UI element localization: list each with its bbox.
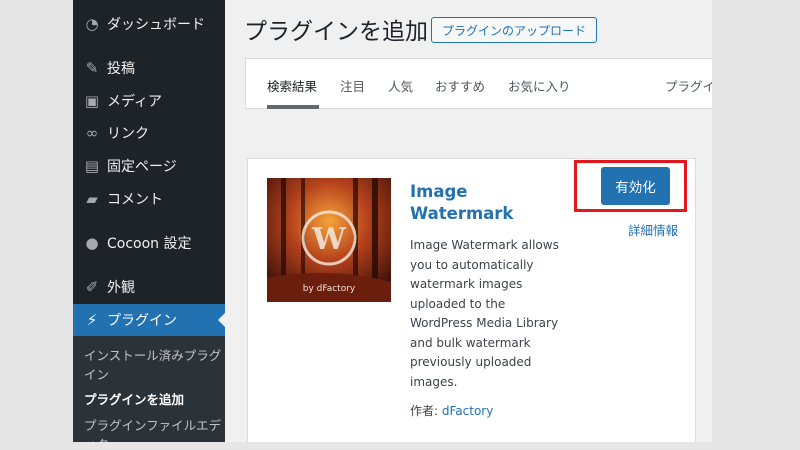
admin-sidebar: ◔ ダッシュボード ✎ 投稿 ▣ メディア ∞ リンク ▤ 固定ページ ▰ コメ… xyxy=(73,0,225,442)
sidebar-item-label: ダッシュボード xyxy=(107,17,205,33)
svg-text:W: W xyxy=(311,222,347,257)
media-icon: ▣ xyxy=(84,92,100,110)
thumbnail-credit: by dFactory xyxy=(302,284,356,294)
sidebar-item-pages[interactable]: ▤ 固定ページ xyxy=(73,150,225,182)
sidebar-item-label: コメント xyxy=(107,192,163,208)
plugin-card: W by dFactory Image Watermark Image Wate… xyxy=(247,158,696,442)
sidebar-item-posts[interactable]: ✎ 投稿 xyxy=(73,52,225,84)
sidebar-item-appearance[interactable]: ✐ 外観 xyxy=(73,271,225,303)
sidebar-item-links[interactable]: ∞ リンク xyxy=(73,117,225,149)
pin-icon: ✎ xyxy=(85,59,99,77)
plugin-filter-bar: 検索結果 注目 人気 おすすめ お気に入り プラグイ xyxy=(245,58,712,109)
activate-button[interactable]: 有効化 xyxy=(601,167,670,205)
main-content: プラグインを追加 プラグインのアップロード 検索結果 注目 人気 おすすめ お気… xyxy=(225,0,712,442)
dashboard-icon: ◔ xyxy=(85,15,99,33)
sidebar-item-cocoon-settings[interactable]: ● Cocoon 設定 xyxy=(73,227,225,259)
plugins-submenu: インストール済みプラグイン プラグインを追加 プラグインファイルエディター xyxy=(73,336,225,442)
plugin-search-type-label: プラグイ xyxy=(665,79,712,94)
comment-icon: ▰ xyxy=(86,190,98,208)
plugin-author: 作者: dFactory xyxy=(410,402,493,419)
sidebar-item-label: メディア xyxy=(107,94,163,110)
sidebar-item-comments[interactable]: ▰ コメント xyxy=(73,183,225,215)
plug-icon: ⚡ xyxy=(86,311,98,329)
circle-icon: ● xyxy=(85,234,99,252)
brush-icon: ✐ xyxy=(85,278,99,296)
sidebar-item-dashboard[interactable]: ◔ ダッシュボード xyxy=(73,8,225,40)
page-title: プラグインを追加 xyxy=(244,19,428,45)
sidebar-item-label: リンク xyxy=(107,126,149,142)
sidebar-item-media[interactable]: ▣ メディア xyxy=(73,85,225,117)
link-icon: ∞ xyxy=(85,124,99,142)
author-label: 作者: xyxy=(410,404,439,418)
tab-favorites[interactable]: お気に入り xyxy=(508,76,571,95)
tab-popular[interactable]: 人気 xyxy=(388,76,413,95)
tab-featured[interactable]: 注目 xyxy=(340,76,365,95)
plugin-description: Image Watermark allows you to automatica… xyxy=(410,238,559,389)
plugin-name-link[interactable]: Image Watermark xyxy=(410,181,550,225)
page-icon: ▤ xyxy=(84,157,100,175)
sidebar-item-label: プラグイン xyxy=(107,313,177,329)
submenu-plugin-editor[interactable]: プラグインファイルエディター xyxy=(84,416,222,442)
sidebar-item-label: 固定ページ xyxy=(107,159,177,175)
wp-admin-window: ◔ ダッシュボード ✎ 投稿 ▣ メディア ∞ リンク ▤ 固定ページ ▰ コメ… xyxy=(73,0,712,442)
sidebar-item-label: Cocoon 設定 xyxy=(107,236,192,252)
sidebar-item-label: 外観 xyxy=(107,280,135,296)
active-tab-indicator xyxy=(267,105,319,109)
tab-recommended[interactable]: おすすめ xyxy=(435,76,485,95)
submenu-add-plugin[interactable]: プラグインを追加 xyxy=(84,390,222,409)
author-link[interactable]: dFactory xyxy=(442,404,493,418)
more-details-link[interactable]: 詳細情報 xyxy=(628,220,678,239)
upload-plugin-button[interactable]: プラグインのアップロード xyxy=(431,17,598,43)
sidebar-item-label: 投稿 xyxy=(107,61,135,77)
plugin-thumbnail[interactable]: W by dFactory xyxy=(267,178,391,302)
submenu-installed-plugins[interactable]: インストール済みプラグイン xyxy=(84,346,222,384)
sidebar-item-plugins[interactable]: ⚡ プラグイン xyxy=(73,304,225,336)
tab-search-results[interactable]: 検索結果 xyxy=(267,76,317,95)
